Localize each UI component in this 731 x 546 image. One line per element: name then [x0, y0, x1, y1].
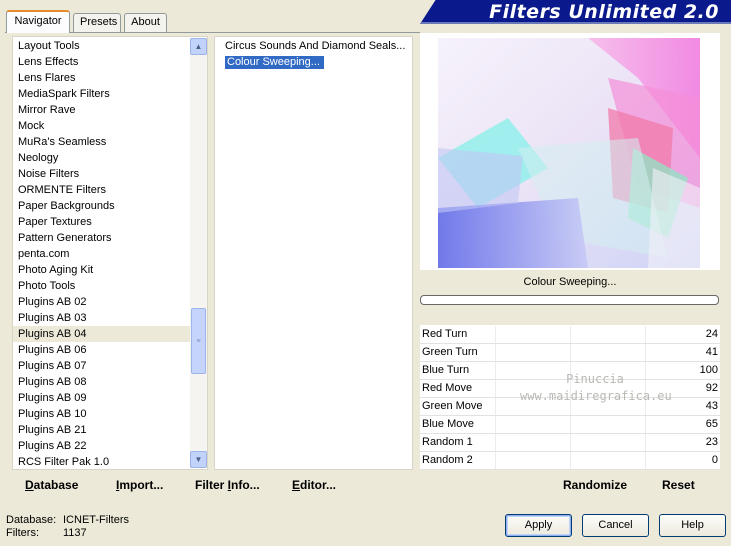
import-button[interactable]: Import...	[116, 478, 163, 492]
reset-button[interactable]: Reset	[662, 478, 695, 492]
category-item[interactable]: Plugins AB 07	[13, 358, 207, 374]
preview-image	[438, 38, 700, 268]
parameter-value: 0	[711, 454, 718, 466]
category-item[interactable]: Photo Tools	[13, 278, 207, 294]
parameter-label: Red Move	[422, 382, 473, 394]
parameter-value: 92	[705, 382, 718, 394]
parameter-slider[interactable]: Red Turn 24	[420, 326, 720, 344]
title-banner: Filters Unlimited 2.0	[420, 0, 731, 24]
category-item[interactable]: RCS Filter Pak 1.0	[13, 454, 207, 470]
database-button[interactable]: Database	[25, 478, 78, 492]
category-item[interactable]: MediaSpark Filters	[13, 86, 207, 102]
parameter-value: 100	[699, 364, 718, 376]
editor-button[interactable]: Editor...	[292, 478, 336, 492]
randomize-button[interactable]: Randomize	[563, 478, 627, 492]
chevron-up-icon: ▲	[194, 42, 203, 51]
parameter-label: Blue Turn	[422, 364, 470, 376]
scroll-thumb[interactable]: ≡	[191, 308, 206, 374]
category-item[interactable]: Photo Aging Kit	[13, 262, 207, 278]
banner-title: Filters Unlimited 2.0	[489, 1, 719, 23]
category-item[interactable]: Paper Backgrounds	[13, 198, 207, 214]
cancel-button[interactable]: Cancel	[582, 514, 649, 537]
category-item[interactable]: Plugins AB 08	[13, 374, 207, 390]
scroll-up-button[interactable]: ▲	[190, 38, 207, 55]
category-item[interactable]: Layout Tools	[13, 38, 207, 54]
filters-status-value: 1137	[63, 527, 87, 539]
filter-list-panel: Circus Sounds And Diamond Seals... Colour…	[214, 36, 413, 470]
category-item[interactable]: Mock	[13, 118, 207, 134]
parameter-value: 65	[705, 418, 718, 430]
chevron-down-icon: ▼	[194, 455, 203, 464]
watermark-line2: www.maidiregrafica.eu	[520, 389, 672, 403]
scroll-down-button[interactable]: ▼	[190, 451, 207, 468]
parameter-label: Red Turn	[422, 328, 468, 340]
filter-info-button[interactable]: Filter Info...	[195, 478, 260, 492]
category-item[interactable]: penta.com	[13, 246, 207, 262]
parameter-value: 41	[705, 346, 718, 358]
category-item[interactable]: Plugins AB 21	[13, 422, 207, 438]
parameter-label: Green Turn	[422, 346, 478, 358]
category-item[interactable]: Neology	[13, 150, 207, 166]
database-status-label: Database:	[6, 514, 57, 526]
grip-icon: ≡	[196, 337, 201, 345]
category-item[interactable]: Lens Effects	[13, 54, 207, 70]
parameter-slider[interactable]: Blue Move 65	[420, 416, 720, 434]
category-list: Layout Tools Lens Effects Lens Flares Media…	[13, 38, 207, 470]
category-item[interactable]: Paper Textures	[13, 214, 207, 230]
parameter-value: 23	[705, 436, 718, 448]
category-item[interactable]: Pattern Generators	[13, 230, 207, 246]
category-item[interactable]: Mirror Rave	[13, 102, 207, 118]
progress-bar	[420, 295, 719, 305]
parameter-label: Random 1	[422, 436, 473, 448]
parameter-label: Green Move	[422, 400, 483, 412]
category-item[interactable]: Plugins AB 09	[13, 390, 207, 406]
parameter-slider[interactable]: Random 1 23	[420, 434, 720, 452]
category-item[interactable]: Plugins AB 10	[13, 406, 207, 422]
category-list-panel: Layout Tools Lens Effects Lens Flares Media…	[12, 36, 208, 470]
filters-status-label: Filters:	[6, 527, 39, 539]
parameter-value: 43	[705, 400, 718, 412]
category-item[interactable]: Noise Filters	[13, 166, 207, 182]
parameter-slider[interactable]: Random 2 0	[420, 452, 720, 470]
category-item[interactable]: Plugins AB 02	[13, 294, 207, 310]
category-item[interactable]: Plugins AB 03	[13, 310, 207, 326]
tab-about[interactable]: About	[124, 13, 167, 32]
filter-item[interactable]: Circus Sounds And Diamond Seals...	[219, 38, 412, 54]
parameter-label: Random 2	[422, 454, 473, 466]
category-item[interactable]: Plugins AB 06	[13, 342, 207, 358]
category-item[interactable]: Lens Flares	[13, 70, 207, 86]
help-button[interactable]: Help	[659, 514, 726, 537]
preview-artwork	[438, 38, 700, 268]
parameter-label: Blue Move	[422, 418, 474, 430]
filter-name-label: Colour Sweeping...	[523, 276, 617, 288]
tab-presets[interactable]: Presets	[73, 13, 121, 32]
watermark: Pinuccia www.maidiregrafica.eu	[520, 372, 672, 403]
category-item[interactable]: MuRa's Seamless	[13, 134, 207, 150]
parameter-value: 24	[705, 328, 718, 340]
parameter-slider[interactable]: Green Turn 41	[420, 344, 720, 362]
apply-button[interactable]: Apply	[505, 514, 572, 537]
watermark-line1: Pinuccia	[566, 372, 624, 386]
category-item[interactable]: Plugins AB 04	[13, 326, 207, 342]
category-scrollbar[interactable]: ▲ ≡ ▼	[190, 38, 207, 468]
category-item[interactable]: ORMENTE Filters	[13, 182, 207, 198]
filter-item[interactable]: Colour Sweeping...	[219, 54, 412, 70]
category-item[interactable]: Plugins AB 22	[13, 438, 207, 454]
filter-list: Circus Sounds And Diamond Seals... Colour…	[215, 38, 412, 70]
tab-navigator[interactable]: Navigator	[6, 10, 70, 33]
database-status-value: ICNET-Filters	[63, 514, 129, 526]
